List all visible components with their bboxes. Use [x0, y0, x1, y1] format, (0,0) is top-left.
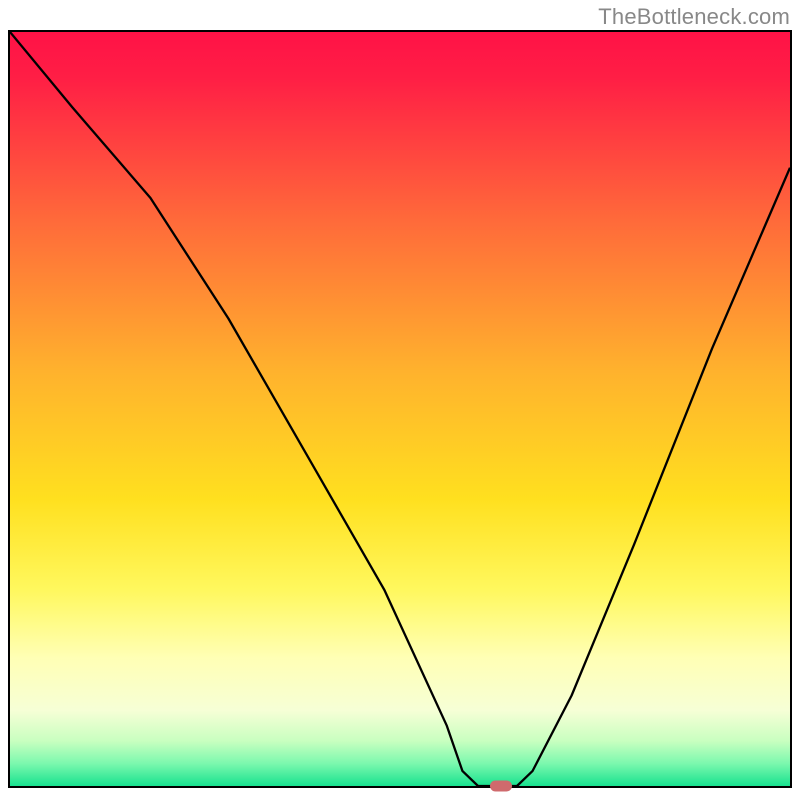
optimum-marker — [490, 781, 512, 792]
curve-svg — [10, 32, 790, 786]
watermark-text: TheBottleneck.com — [598, 4, 790, 30]
bottleneck-curve-path — [10, 32, 790, 786]
chart-frame: TheBottleneck.com — [0, 0, 800, 800]
plot-area — [8, 30, 792, 788]
